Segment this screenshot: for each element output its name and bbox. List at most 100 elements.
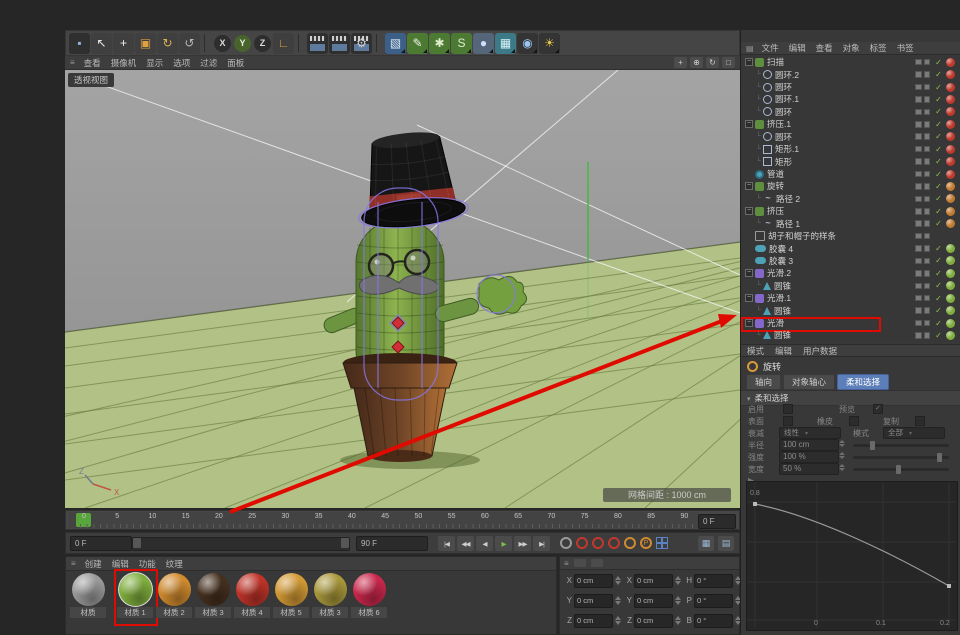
- material-tag-icon[interactable]: [946, 132, 955, 141]
- visibility-dot[interactable]: [924, 96, 931, 103]
- viewport-menu-item[interactable]: 过滤: [200, 57, 217, 69]
- visibility-dot[interactable]: [915, 84, 922, 91]
- enable-check[interactable]: ✓: [934, 182, 943, 191]
- visibility-dot[interactable]: [924, 307, 931, 314]
- object-row[interactable]: └圆环✓: [741, 131, 960, 143]
- enable-check[interactable]: ✓: [934, 306, 943, 315]
- enable-check[interactable]: ✓: [934, 83, 943, 92]
- live-selection-tool-icon[interactable]: ↖: [91, 33, 112, 54]
- visibility-dot[interactable]: [924, 245, 931, 252]
- coordinate-stepper[interactable]: [675, 616, 681, 625]
- material-tag-icon[interactable]: [946, 194, 955, 203]
- add-field-icon[interactable]: ●: [473, 33, 494, 54]
- object-menu-item[interactable]: 编辑: [789, 42, 806, 54]
- attribute-tab[interactable]: 用户数据: [803, 345, 837, 357]
- enable-check[interactable]: ✓: [934, 120, 943, 129]
- material-swatch[interactable]: 材质: [70, 573, 106, 618]
- pan-view-icon[interactable]: +: [674, 57, 687, 68]
- object-menu-item[interactable]: 文件: [762, 42, 779, 54]
- visibility-dot[interactable]: [924, 121, 931, 128]
- visibility-dot[interactable]: [924, 208, 931, 215]
- material-tag-icon[interactable]: [946, 157, 955, 166]
- coordinate-value[interactable]: 0 cm: [574, 574, 613, 588]
- visibility-dot[interactable]: [924, 295, 931, 302]
- object-row[interactable]: └圆环.2✓: [741, 68, 960, 80]
- falloff-curve[interactable]: 0.8 0 0.1 0.2: [746, 481, 958, 631]
- coordinate-value[interactable]: 0 cm: [634, 614, 673, 628]
- object-row[interactable]: └圆锥✓: [741, 304, 960, 316]
- object-row[interactable]: └圆环✓: [741, 81, 960, 93]
- enable-check[interactable]: ✓: [934, 319, 943, 328]
- visibility-dot[interactable]: [924, 332, 931, 339]
- toggle-view-icon[interactable]: □: [722, 57, 735, 68]
- object-menu-item[interactable]: 查看: [816, 42, 833, 54]
- material-tag-icon[interactable]: [946, 107, 955, 116]
- goto-end-button[interactable]: ▶|: [533, 536, 550, 551]
- material-tag-icon[interactable]: [946, 219, 955, 228]
- object-row[interactable]: └矩形✓: [741, 155, 960, 167]
- visibility-dot[interactable]: [915, 320, 922, 327]
- material-tag-icon[interactable]: [946, 319, 955, 328]
- coordinate-stepper[interactable]: [615, 576, 621, 585]
- viewport[interactable]: 网格间距 : 1000 cm Z X 透视视图: [65, 70, 740, 508]
- lock-x-axis-icon[interactable]: X: [214, 35, 231, 52]
- object-row[interactable]: └圆环✓: [741, 106, 960, 118]
- enable-check[interactable]: ✓: [934, 132, 943, 141]
- material-tag-icon[interactable]: [946, 331, 955, 340]
- goto-start-button[interactable]: |◀: [438, 536, 455, 551]
- visibility-dot[interactable]: [924, 270, 931, 277]
- material-menu-item[interactable]: 创建: [85, 558, 102, 570]
- visibility-dot[interactable]: [924, 59, 931, 66]
- coordinate-stepper[interactable]: [675, 596, 681, 605]
- add-light-icon[interactable]: ☀: [539, 33, 560, 54]
- visibility-dot[interactable]: [924, 109, 931, 116]
- rotate-tool-icon[interactable]: ↻: [157, 33, 178, 54]
- coordinate-value[interactable]: 0 cm: [574, 614, 613, 628]
- object-row[interactable]: └矩形.1✓: [741, 143, 960, 155]
- enable-check[interactable]: ✓: [934, 170, 943, 179]
- object-row[interactable]: 胡子和帽子的样条: [741, 230, 960, 242]
- visibility-dot[interactable]: [915, 59, 922, 66]
- record-scale-button[interactable]: [592, 537, 604, 549]
- add-deformer-icon[interactable]: S: [451, 33, 472, 54]
- add-generator-icon[interactable]: ✱: [429, 33, 450, 54]
- object-row[interactable]: └圆环.1✓: [741, 93, 960, 105]
- visibility-dot[interactable]: [924, 283, 931, 290]
- timeline-options-button[interactable]: ▤: [718, 536, 734, 551]
- visibility-dot[interactable]: [915, 220, 922, 227]
- viewport-menu-item[interactable]: 摄像机: [111, 57, 137, 69]
- timeline-ruler[interactable]: 051015202530354045505560657075808590 0 F: [65, 510, 740, 530]
- enable-check[interactable]: ✓: [934, 294, 943, 303]
- visibility-dot[interactable]: [915, 245, 922, 252]
- viewport-menu-icon[interactable]: ≡: [70, 58, 75, 67]
- material-swatch[interactable]: 材质 6: [351, 573, 387, 618]
- material-tag-icon[interactable]: [946, 58, 955, 67]
- expand-toggle[interactable]: −: [745, 182, 753, 190]
- enable-check[interactable]: ✓: [934, 107, 943, 116]
- viewport-menu-item[interactable]: 显示: [146, 57, 163, 69]
- render-picture-viewer-icon[interactable]: [329, 33, 350, 54]
- object-row[interactable]: 胶囊 3✓: [741, 255, 960, 267]
- coordinate-value[interactable]: 0 cm: [634, 594, 673, 608]
- record-pla-button[interactable]: P: [640, 537, 652, 549]
- coordinate-stepper[interactable]: [675, 576, 681, 585]
- add-primitive-icon[interactable]: ▧: [385, 33, 406, 54]
- visibility-dot[interactable]: [915, 96, 922, 103]
- record-keyframe-button[interactable]: [560, 537, 572, 549]
- object-row[interactable]: └圆锥✓: [741, 280, 960, 292]
- visibility-dot[interactable]: [915, 121, 922, 128]
- visibility-dot[interactable]: [915, 196, 922, 203]
- material-tag-icon[interactable]: [946, 170, 955, 179]
- enable-check[interactable]: ✓: [934, 58, 943, 67]
- render-settings-icon[interactable]: ⚙: [351, 33, 372, 54]
- coordinate-system-icon[interactable]: ∟: [273, 33, 294, 54]
- enable-check[interactable]: ✓: [934, 194, 943, 203]
- zoom-view-icon[interactable]: ⊕: [690, 57, 703, 68]
- enable-check[interactable]: ✓: [934, 244, 943, 253]
- enable-check[interactable]: ✓: [934, 219, 943, 228]
- visibility-dot[interactable]: [915, 233, 922, 240]
- attribute-mode-button[interactable]: 柔和选择: [837, 374, 889, 390]
- material-menu-item[interactable]: 纹理: [166, 558, 183, 570]
- object-row[interactable]: └路径 2✓: [741, 193, 960, 205]
- enable-check[interactable]: ✓: [934, 256, 943, 265]
